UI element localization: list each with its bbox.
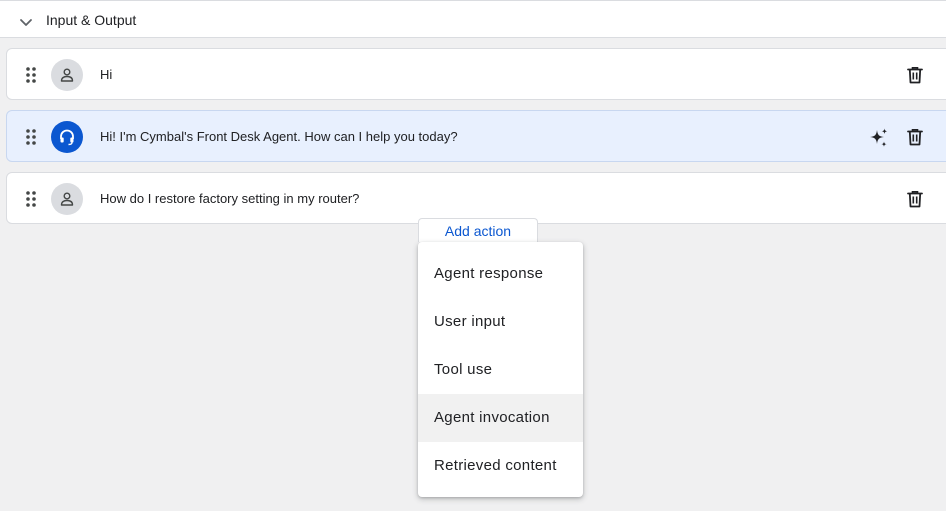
- person-icon: [60, 192, 74, 206]
- trash-icon[interactable]: [905, 189, 925, 209]
- sparkle-icon[interactable]: [868, 127, 890, 149]
- drag-handle-icon[interactable]: [24, 66, 38, 84]
- menu-item-agent-response[interactable]: Agent response: [418, 250, 583, 298]
- menu-item-tool-use[interactable]: Tool use: [418, 346, 583, 394]
- chevron-down-icon[interactable]: [17, 13, 35, 31]
- drag-handle-icon[interactable]: [24, 128, 38, 146]
- agent-avatar: [51, 121, 83, 153]
- section-title: Input & Output: [46, 12, 137, 28]
- message-text[interactable]: Hi: [100, 67, 112, 82]
- menu-item-agent-invocation[interactable]: Agent invocation: [418, 394, 583, 442]
- headset-icon: [60, 129, 74, 146]
- section-header[interactable]: Input & Output: [0, 0, 946, 38]
- add-action-button[interactable]: Add action: [418, 218, 538, 242]
- message-text[interactable]: How do I restore factory setting in my r…: [100, 191, 359, 206]
- conversation-row-agent[interactable]: Hi! I'm Cymbal's Front Desk Agent. How c…: [6, 110, 946, 162]
- message-text[interactable]: Hi! I'm Cymbal's Front Desk Agent. How c…: [100, 129, 458, 144]
- trash-icon[interactable]: [905, 65, 925, 85]
- user-avatar: [51, 59, 83, 91]
- person-icon: [60, 68, 74, 82]
- user-avatar: [51, 183, 83, 215]
- conversation-row-user[interactable]: Hi: [6, 48, 946, 100]
- menu-item-user-input[interactable]: User input: [418, 298, 583, 346]
- menu-item-retrieved-content[interactable]: Retrieved content: [418, 442, 583, 490]
- add-action-menu: Agent response User input Tool use Agent…: [418, 242, 583, 497]
- drag-handle-icon[interactable]: [24, 190, 38, 208]
- conversation-row-user[interactable]: How do I restore factory setting in my r…: [6, 172, 946, 224]
- trash-icon[interactable]: [905, 127, 925, 147]
